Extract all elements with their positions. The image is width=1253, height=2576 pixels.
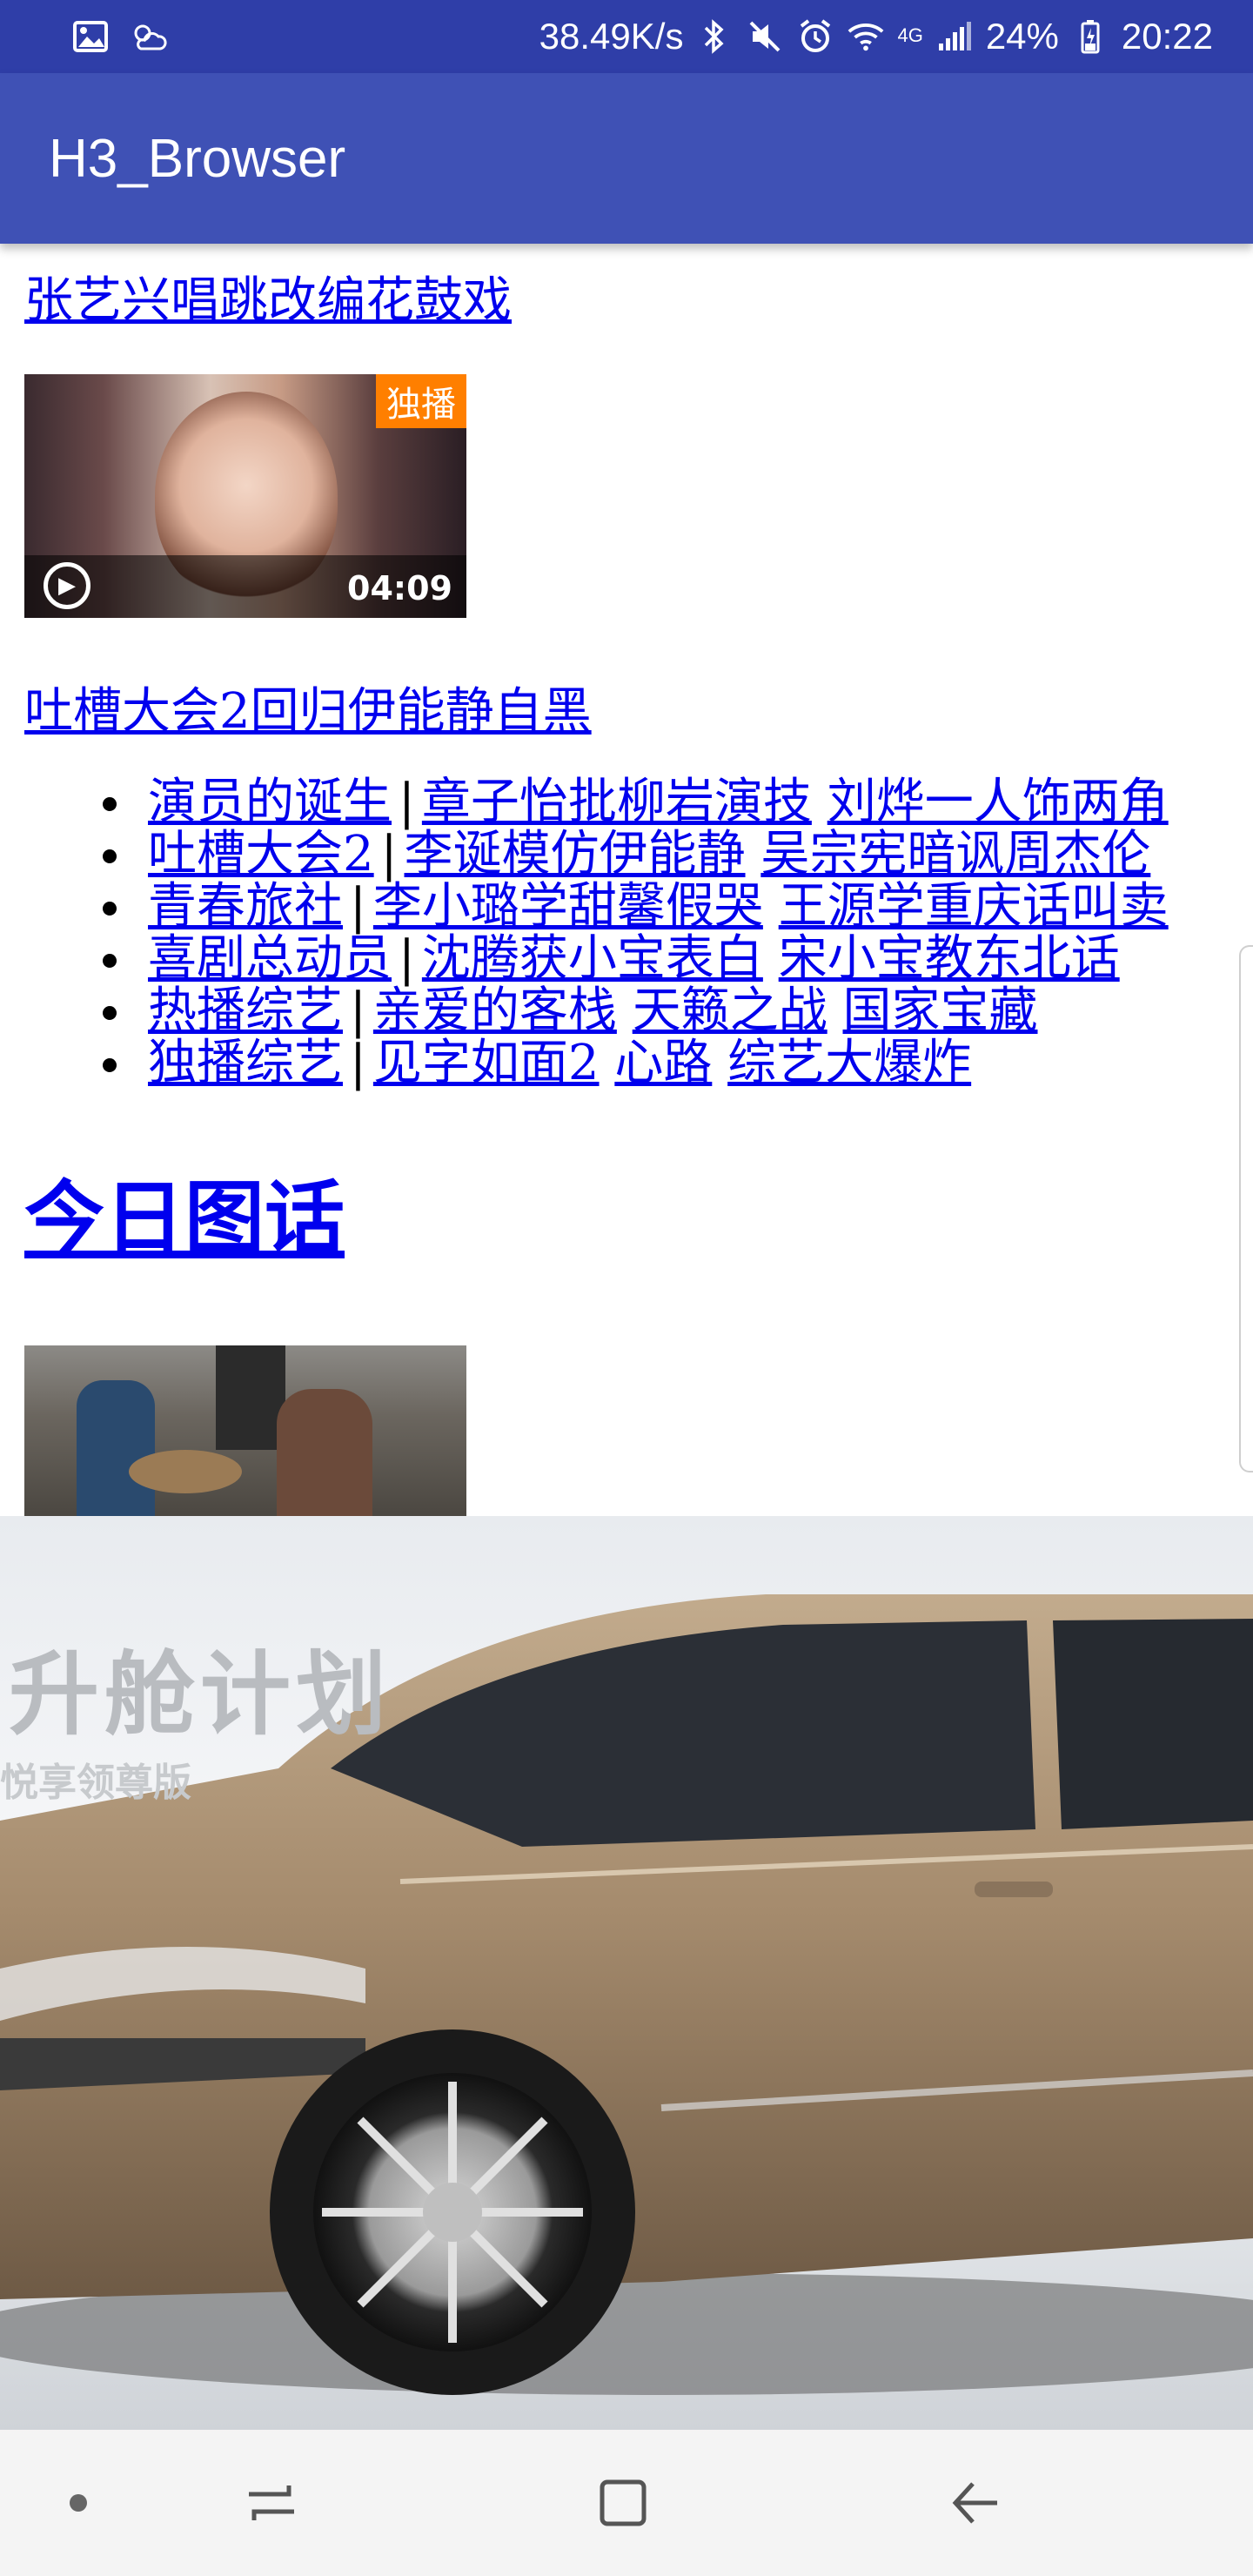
link-list: 演员的诞生 | 章子怡批柳岩演技 刘烨一人饰两角 吐槽大会2 | 李诞模仿伊能静 吴宗宪… [103,774,1169,1091]
alarm-icon [796,17,834,56]
item-link[interactable]: 亲爱的客栈 [373,983,617,1039]
category-link[interactable]: 青春旅社 [148,878,343,935]
photo-person [277,1389,372,1516]
item-link[interactable]: 沈腾获小宝表白 [422,930,763,987]
battery-icon [1071,17,1109,56]
item-link[interactable]: 国家宝藏 [843,983,1038,1039]
item-link[interactable]: 心路 [614,1035,712,1091]
video-thumbnail[interactable]: 独播 ▶ 04:09 [24,374,466,618]
category-link[interactable]: 吐槽大会2 [148,826,374,882]
photo-basket [129,1450,242,1493]
separator: | [380,826,398,882]
image-icon [71,17,110,56]
separator: | [350,878,366,935]
app-bar: H3_Browser [0,73,1253,244]
recent-apps-icon[interactable] [237,2468,306,2538]
exclusive-badge: 独播 [376,374,466,428]
list-item: 热播综艺 | 亲爱的客栈 天籁之战 国家宝藏 [103,983,1169,1039]
mute-icon [746,17,784,56]
bluetooth-icon [695,17,734,56]
separator: | [350,983,366,1039]
back-icon[interactable] [940,2468,1009,2538]
category-link[interactable]: 热播综艺 [148,983,343,1039]
item-link[interactable]: 章子怡批柳岩演技 [422,774,812,830]
section-title-link[interactable]: 今日图话 [24,1154,345,1270]
status-bar: 38.49K/s 4G 24% 20:22 [0,0,1253,73]
wifi-icon [847,17,885,56]
network-speed: 38.49K/s [539,16,684,57]
item-link[interactable]: 宋小宝教东北话 [779,930,1120,987]
play-icon[interactable]: ▶ [44,562,90,609]
app-title: H3_Browser [49,128,346,189]
item-link[interactable]: 见字如面2 [373,1035,600,1091]
item-link[interactable]: 刘烨一人饰两角 [828,774,1169,830]
item-link[interactable]: 李诞模仿伊能静 [405,826,746,882]
list-item: 吐槽大会2 | 李诞模仿伊能静 吴宗宪暗讽周杰伦 [103,826,1169,882]
dot-icon[interactable] [44,2468,113,2538]
item-link[interactable]: 李小璐学甜馨假哭 [373,878,763,935]
item-link[interactable]: 综艺大爆炸 [727,1035,971,1091]
item-link[interactable]: 王源学重庆话叫卖 [779,878,1169,935]
car-advertisement[interactable]: 升舱计划 悦享领尊版 [0,1516,1253,2430]
ad-subtitle: 悦享领尊版 [0,1761,191,1805]
photo-door [216,1345,285,1450]
item-link[interactable]: 吴宗宪暗讽周杰伦 [761,826,1150,882]
network-type: 4G [897,24,923,46]
headline-link-2[interactable]: 吐槽大会2回归伊能静自黑 [24,672,592,742]
list-item: 独播综艺 | 见字如面2 心路 综艺大爆炸 [103,1035,1169,1091]
navigation-bar [0,2430,1253,2576]
category-link[interactable]: 独播综艺 [148,1035,343,1091]
headline-link[interactable]: 张艺兴唱跳改编花鼓戏 [24,261,512,332]
list-item: 喜剧总动员 | 沈腾获小宝表白 宋小宝教东北话 [103,930,1169,987]
category-link[interactable]: 演员的诞生 [148,774,392,830]
scroll-handle[interactable] [1239,945,1253,1472]
ad-title: 升舱计划 [9,1641,392,1748]
separator: | [350,1035,366,1091]
photo-thumbnail[interactable] [24,1345,466,1516]
category-link[interactable]: 喜剧总动员 [148,930,392,987]
list-item: 演员的诞生 | 章子怡批柳岩演技 刘烨一人饰两角 [103,774,1169,830]
item-link[interactable]: 天籁之战 [633,983,828,1039]
clock: 20:22 [1121,16,1213,57]
battery-level: 24% [985,16,1059,57]
separator: | [399,930,415,987]
home-icon[interactable] [588,2468,658,2538]
signal-icon [935,17,974,56]
weather-icon [129,17,167,56]
photo-person [77,1380,155,1516]
list-item: 青春旅社 | 李小璐学甜馨假哭 王源学重庆话叫卖 [103,878,1169,935]
separator: | [399,774,415,830]
web-content[interactable]: 张艺兴唱跳改编花鼓戏 独播 ▶ 04:09 吐槽大会2回归伊能静自黑 演员的诞生… [0,244,1253,1516]
video-duration: 04:09 [347,569,452,607]
